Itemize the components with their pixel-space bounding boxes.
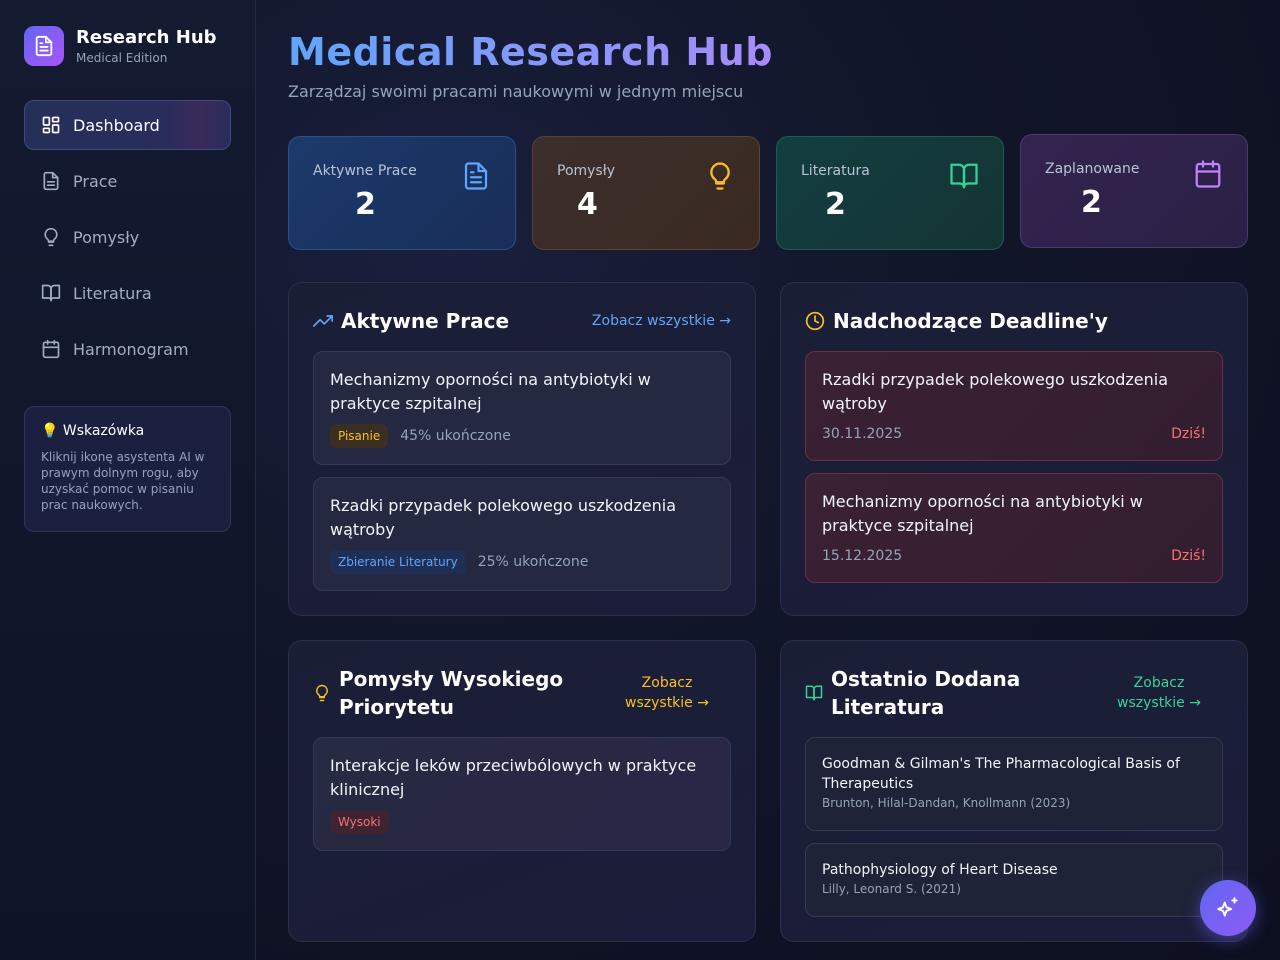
literature-title: Goodman & Gilman's The Pharmacological B… <box>822 756 1180 792</box>
document-icon <box>41 171 61 191</box>
priority-badge: Wysoki <box>330 810 389 834</box>
sidebar-item-label: Literatura <box>73 283 152 303</box>
document-icon <box>464 162 488 190</box>
brand-title: Research Hub <box>76 27 217 48</box>
literature-item[interactable]: Pathophysiology of Heart Disease Lilly, … <box>805 843 1223 917</box>
status-badge: Pisanie <box>330 424 389 448</box>
sidebar-item-label: Pomysły <box>73 227 140 247</box>
deadline-title: Rzadki przypadek polekowego uszkodzenia … <box>822 370 1169 413</box>
calendar-icon <box>41 339 61 359</box>
panel-title: Pomysły Wysokiego Priorytetu <box>339 667 564 719</box>
stat-value: 2 <box>1081 185 1102 220</box>
sidebar-item-label: Prace <box>73 171 118 191</box>
page-title: Medical Research Hub <box>288 30 773 74</box>
sidebar-item-label: Dashboard <box>73 115 160 135</box>
lightbulb-icon <box>710 162 730 190</box>
status-badge: Zbieranie Literatury <box>330 550 466 574</box>
work-title: Mechanizmy oporności na antybiotyki w pr… <box>330 370 651 413</box>
deadline-title: Mechanizmy oporności na antybiotyki w pr… <box>822 492 1143 535</box>
list-item[interactable]: Interakcje leków przeciwbólowych w prakt… <box>313 737 731 851</box>
document-icon <box>24 26 64 66</box>
progress-text: 25% ukończone <box>477 554 589 570</box>
tip-text: Kliknij ikonę asystenta AI w prawym doln… <box>41 450 205 512</box>
idea-title: Interakcje leków przeciwbólowych w prakt… <box>330 756 697 799</box>
panel-title: Aktywne Prace <box>341 309 510 333</box>
literature-authors: Lilly, Leonard S. (2021) <box>822 882 961 896</box>
sidebar-nav: Dashboard Prace Pomysły Literatura Harmo… <box>24 100 231 380</box>
sidebar-item-label: Harmonogram <box>73 339 189 359</box>
progress-text: 45% ukończone <box>400 428 511 444</box>
deadline-status: Dziś! <box>1171 426 1206 442</box>
dashboard-icon <box>41 115 61 135</box>
book-icon <box>805 685 823 701</box>
stat-card-active-works[interactable]: Aktywne Prace 2 <box>288 136 516 250</box>
sidebar-item-pomysly[interactable]: Pomysły <box>24 212 231 262</box>
list-item[interactable]: Mechanizmy oporności na antybiotyki w pr… <box>313 351 731 465</box>
ai-assistant-button[interactable] <box>1200 880 1256 936</box>
literature-panel: Ostatnio Dodana Literatura Zobacz wszyst… <box>780 640 1248 942</box>
stat-card-literature[interactable]: Literatura 2 <box>776 136 1004 250</box>
sidebar-item-dashboard[interactable]: Dashboard <box>24 100 231 150</box>
sidebar-item-prace[interactable]: Prace <box>24 156 231 206</box>
deadline-item[interactable]: Mechanizmy oporności na antybiotyki w pr… <box>805 473 1223 583</box>
deadline-date: 30.11.2025 <box>822 426 903 442</box>
literature-item[interactable]: Goodman & Gilman's The Pharmacological B… <box>805 737 1223 831</box>
trending-up-icon <box>313 315 333 327</box>
panel-title: Ostatnio Dodana Literatura <box>831 667 1021 719</box>
view-all-link[interactable]: Zobacz wszystkie → <box>592 313 731 329</box>
lightbulb-icon <box>316 684 328 702</box>
ideas-panel: Pomysły Wysokiego Priorytetu Zobacz wszy… <box>288 640 756 942</box>
deadline-date: 15.12.2025 <box>822 548 903 564</box>
view-all-link[interactable]: Zobacz wszystkie → <box>617 673 717 713</box>
calendar-icon <box>1195 160 1221 188</box>
stat-value: 2 <box>825 187 846 222</box>
brand-subtitle: Medical Edition <box>76 51 168 65</box>
page-subtitle: Zarządzaj swoimi pracami naukowymi w jed… <box>288 82 744 101</box>
deadline-item[interactable]: Rzadki przypadek polekowego uszkodzenia … <box>805 351 1223 461</box>
view-all-link[interactable]: Zobacz wszystkie → <box>1109 673 1209 713</box>
brand[interactable]: Research Hub Medical Edition <box>24 26 217 66</box>
stat-value: 4 <box>577 187 598 222</box>
work-title: Rzadki przypadek polekowego uszkodzenia … <box>330 496 677 539</box>
active-works-panel: Aktywne Prace Zobacz wszystkie → Mechani… <box>288 282 756 616</box>
literature-authors: Brunton, Hilal-Dandan, Knollmann (2023) <box>822 796 1071 810</box>
panel-title: Nadchodzące Deadline'y <box>833 309 1108 333</box>
clock-icon <box>805 311 825 331</box>
stat-value: 2 <box>355 187 376 222</box>
stat-card-ideas[interactable]: Pomysły 4 <box>532 136 760 250</box>
tip-box: 💡 Wskazówka Kliknij ikonę asystenta AI w… <box>24 406 231 532</box>
literature-title: Pathophysiology of Heart Disease <box>822 862 1058 878</box>
sidebar: Research Hub Medical Edition Dashboard P… <box>0 0 256 960</box>
stat-card-scheduled[interactable]: Zaplanowane 2 <box>1020 134 1248 248</box>
deadlines-panel: Nadchodzące Deadline'y Rzadki przypadek … <box>780 282 1248 616</box>
deadline-status: Dziś! <box>1171 548 1206 564</box>
sidebar-item-literatura[interactable]: Literatura <box>24 268 231 318</box>
sidebar-item-harmonogram[interactable]: Harmonogram <box>24 324 231 374</box>
list-item[interactable]: Rzadki przypadek polekowego uszkodzenia … <box>313 477 731 591</box>
book-icon <box>950 163 978 189</box>
book-icon <box>41 283 61 303</box>
sparkles-icon <box>1217 897 1238 917</box>
tip-title: 💡 Wskazówka <box>41 423 145 439</box>
lightbulb-icon <box>41 227 61 247</box>
